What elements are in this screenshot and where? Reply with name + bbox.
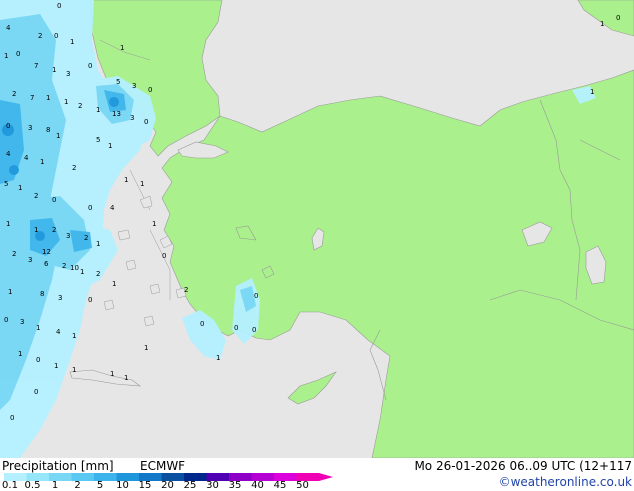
rain-value: 12	[42, 248, 51, 256]
rain-value: 1	[110, 370, 114, 378]
rain-value: 5	[116, 78, 120, 86]
rain-value: 1	[140, 180, 144, 188]
rain-value: 0	[254, 292, 258, 300]
rain-value: 1	[120, 44, 124, 52]
validity-time: Mo 26-01-2026 06..09 UTC (12+117	[414, 459, 632, 473]
rain-value: 0	[52, 196, 56, 204]
rain-value: 1	[108, 142, 112, 150]
rain-value: 3	[28, 124, 32, 132]
rain-value: 2	[184, 286, 188, 294]
rain-value: 2	[12, 250, 16, 258]
rain-value: 8	[40, 290, 44, 298]
rain-value: 2	[78, 102, 82, 110]
rain-value: 2	[96, 270, 100, 278]
rain-value: 1	[70, 38, 74, 46]
rain-value: 1	[144, 344, 148, 352]
rain-value: 0	[34, 388, 38, 396]
rain-value: 1	[40, 158, 44, 166]
rain-value: 1	[52, 66, 56, 74]
rain-value: 2	[62, 262, 66, 270]
map-title: Precipitation [mm]	[2, 459, 114, 473]
rain-value: 0	[4, 316, 8, 324]
rain-value: 1	[96, 240, 100, 248]
rain-value: 10	[70, 264, 79, 272]
rain-value: 3	[132, 82, 136, 90]
rain-value: 0	[234, 324, 238, 332]
rain-value: 0	[54, 32, 58, 40]
model-name: ECMWF	[140, 459, 186, 473]
rain-value: 0	[36, 356, 40, 364]
rain-value: 2	[34, 192, 38, 200]
rain-value: 7	[34, 62, 38, 70]
rain-value: 1	[4, 52, 8, 60]
rain-value: 8	[46, 126, 50, 134]
rain-value: 3	[28, 256, 32, 264]
rain-value: 1	[124, 374, 128, 382]
rain-value: 3	[130, 114, 134, 122]
rain-value: 0	[144, 118, 148, 126]
rain-value: 4	[110, 204, 115, 212]
rain-value: 2	[52, 226, 56, 234]
rain-value: 1	[34, 226, 38, 234]
rain-value: 4	[24, 154, 29, 162]
rain-value: 0	[252, 326, 256, 334]
rain-value: 1	[152, 220, 156, 228]
rain-value: 1	[6, 220, 10, 228]
rain-value: 0	[10, 414, 14, 422]
rain-value: 2	[38, 32, 42, 40]
rain-value: 1	[72, 332, 76, 340]
rain-value: 1	[64, 98, 68, 106]
rain-value: 0	[200, 320, 204, 328]
rain-value: 1	[112, 280, 116, 288]
rain-value: 4	[56, 328, 61, 336]
site-credit[interactable]: ©weatheronline.co.uk	[499, 475, 632, 489]
rain-value: 0	[16, 50, 20, 58]
rain-value: 0	[88, 62, 92, 70]
rain-value: 0	[148, 86, 152, 94]
rain-value: 2	[12, 90, 16, 98]
rain-value: 1	[18, 184, 22, 192]
rain-value: 1	[590, 88, 594, 96]
rain-value: 0	[88, 296, 92, 304]
rain-value: 0	[57, 2, 61, 10]
rain-value: 0	[88, 204, 92, 212]
rain-value: 1	[80, 268, 84, 276]
rain-value: 1	[36, 324, 40, 332]
rain-value: 13	[112, 110, 121, 118]
rain-value: 0	[6, 122, 10, 130]
rain-value: 7	[30, 94, 34, 102]
rain-value: 4	[6, 150, 11, 158]
rain-value: 3	[66, 232, 70, 240]
precipitation-map: 042 0117 1 300115 3 02 7 1 2 1013 3 03 81 514 4 125 12 01…	[0, 0, 634, 458]
rain-value: 1	[216, 354, 220, 362]
rain-value: 3	[20, 318, 24, 326]
rain-value: 4	[6, 24, 11, 32]
rain-value: 1	[96, 106, 100, 114]
rain-value: 2	[84, 234, 88, 242]
rain-value: 5	[4, 180, 8, 188]
rain-value: 1	[54, 362, 58, 370]
rain-value: 0	[616, 14, 620, 22]
rain-value: 1	[600, 20, 604, 28]
rain-value: 1	[18, 350, 22, 358]
scale-arrow	[319, 473, 333, 481]
rain-value: 6	[44, 260, 49, 268]
rain-value: 1	[8, 288, 12, 296]
rain-value: 1	[72, 366, 76, 374]
rain-value: 0	[162, 252, 166, 260]
rain-value: 3	[58, 294, 62, 302]
rain-value: 1	[56, 132, 60, 140]
rain-value: 1	[46, 94, 50, 102]
rain-value: 3	[66, 70, 70, 78]
rain-value: 1	[124, 176, 128, 184]
rain-value: 5	[96, 136, 100, 144]
rain-value: 2	[72, 164, 76, 172]
